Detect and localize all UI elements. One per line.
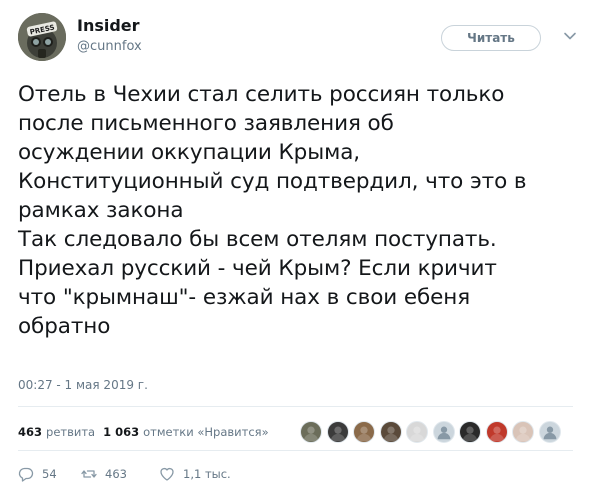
author-name[interactable]: Insider (77, 16, 140, 35)
liker-avatar[interactable] (459, 421, 481, 443)
retweets-stat[interactable]: 463 ретвита (18, 425, 95, 439)
heart-icon (160, 467, 174, 481)
reply-count: 54 (42, 467, 57, 481)
tweet-stats: 463 ретвита 1 063 отметки «Нравится» (18, 420, 277, 444)
avatar-image: PRESS (18, 13, 66, 61)
tweet-text-line: Конституционный суд подтвердил, что это … (18, 169, 527, 194)
liker-avatar[interactable] (326, 421, 349, 443)
tweet-actions: 54 463 1,1 тыс. (18, 464, 231, 484)
liker-avatar[interactable] (485, 421, 508, 443)
tweet-text-line: Приехал русский - чей Крым? Если кричит (18, 256, 497, 281)
tweet-text-line: что "крымнаш"- езжай нах в свои ебеня (18, 285, 471, 310)
author-avatar[interactable]: PRESS (18, 13, 66, 61)
chevron-down-icon[interactable] (563, 29, 577, 43)
default-avatar-icon[interactable] (538, 421, 561, 443)
likers-avatars (300, 419, 565, 445)
divider (18, 450, 573, 451)
retweets-stat-label: ретвита (46, 425, 96, 439)
follow-button[interactable]: Читать (441, 25, 541, 51)
tweet-text-line: Отель в Чехии стал селить россиян только (18, 82, 505, 107)
tweet-card: PRESS Insider @cunnfox Читать Отель в Че… (0, 0, 591, 492)
liker-avatar[interactable] (512, 421, 534, 443)
default-avatar-icon[interactable] (432, 421, 455, 443)
liker-avatar[interactable] (353, 421, 375, 443)
follow-button-label: Читать (467, 31, 515, 45)
tweet-text-line: обратно (18, 314, 111, 339)
author-handle[interactable]: @cunnfox (77, 39, 142, 54)
likes-stat[interactable]: 1 063 отметки «Нравится» (103, 425, 269, 439)
reply-action[interactable]: 54 (18, 466, 81, 482)
retweet-action[interactable]: 463 (81, 466, 159, 482)
tweet-text-line: Так следовало бы всем отелям поступать. (18, 227, 497, 252)
like-action[interactable]: 1,1 тыс. (159, 466, 231, 482)
tweet-text-line: после письменного заявления об (18, 111, 394, 136)
retweet-icon (81, 470, 97, 478)
likes-stat-count: 1 063 (103, 425, 140, 439)
like-count: 1,1 тыс. (183, 467, 231, 481)
retweets-stat-count: 463 (18, 425, 43, 439)
tweet-text: Отель в Чехии стал селить россиян только… (18, 80, 578, 341)
likes-stat-label: отметки «Нравится» (143, 425, 269, 439)
tweet-text-line: рамках закона (18, 198, 184, 223)
liker-avatar[interactable] (300, 421, 322, 443)
tweet-text-line: осуждении оккупации Крыма, (18, 140, 361, 165)
liker-avatar[interactable] (379, 421, 402, 443)
divider (18, 406, 573, 407)
tweet-timestamp[interactable]: 00:27 - 1 мая 2019 г. (18, 378, 148, 392)
liker-avatar[interactable] (406, 421, 428, 443)
retweet-count: 463 (105, 467, 127, 481)
reply-icon (18, 467, 34, 482)
